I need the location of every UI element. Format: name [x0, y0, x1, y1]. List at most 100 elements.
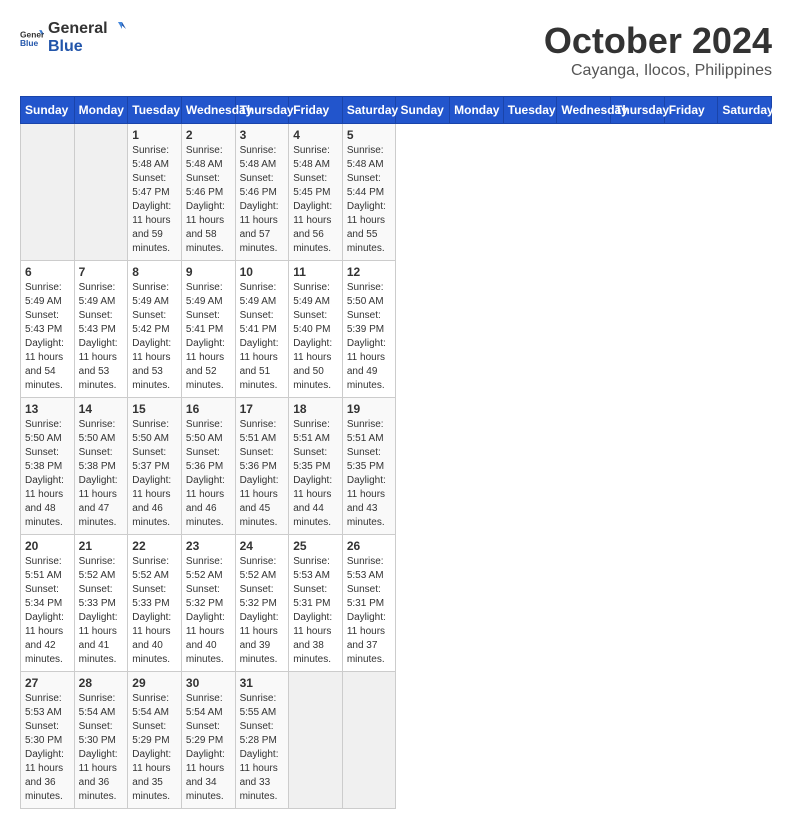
calendar-cell: 15 Sunrise: 5:50 AM Sunset: 5:37 PM Dayl…: [128, 398, 182, 535]
sunset-label: Sunset: 5:38 PM: [79, 447, 116, 472]
day-number: 21: [79, 539, 124, 553]
daylight-minutes: and 53 minutes.: [79, 366, 117, 391]
daylight-minutes: and 44 minutes.: [293, 503, 331, 528]
calendar-cell: 25 Sunrise: 5:53 AM Sunset: 5:31 PM Dayl…: [289, 535, 343, 672]
day-info: Sunrise: 5:52 AM Sunset: 5:33 PM Dayligh…: [79, 555, 124, 667]
day-info: Sunrise: 5:54 AM Sunset: 5:30 PM Dayligh…: [79, 692, 124, 804]
calendar-week-5: 27 Sunrise: 5:53 AM Sunset: 5:30 PM Dayl…: [21, 672, 772, 809]
sunset-label: Sunset: 5:43 PM: [79, 310, 116, 335]
daylight-label: Daylight: 11 hours: [240, 475, 279, 500]
daylight-label: Daylight: 11 hours: [25, 475, 64, 500]
daylight-label: Daylight: 11 hours: [240, 749, 279, 774]
sunset-label: Sunset: 5:43 PM: [25, 310, 62, 335]
day-number: 28: [79, 676, 124, 690]
day-number: 14: [79, 402, 124, 416]
calendar-week-1: 1 Sunrise: 5:48 AM Sunset: 5:47 PM Dayli…: [21, 124, 772, 261]
sunset-label: Sunset: 5:45 PM: [293, 173, 330, 198]
daylight-label: Daylight: 11 hours: [79, 749, 118, 774]
daylight-minutes: and 49 minutes.: [347, 366, 385, 391]
day-number: 12: [347, 265, 392, 279]
daylight-minutes: and 57 minutes.: [240, 229, 278, 254]
daylight-minutes: and 38 minutes.: [293, 640, 331, 665]
day-info: Sunrise: 5:49 AM Sunset: 5:43 PM Dayligh…: [79, 281, 124, 393]
sunrise-label: Sunrise: 5:48 AM: [240, 145, 277, 170]
day-info: Sunrise: 5:54 AM Sunset: 5:29 PM Dayligh…: [132, 692, 177, 804]
day-info: Sunrise: 5:49 AM Sunset: 5:43 PM Dayligh…: [25, 281, 70, 393]
daylight-minutes: and 34 minutes.: [186, 777, 224, 802]
day-number: 3: [240, 128, 285, 142]
sunset-label: Sunset: 5:29 PM: [132, 721, 169, 746]
col-header-tuesday: Tuesday: [503, 97, 557, 124]
calendar-cell: 21 Sunrise: 5:52 AM Sunset: 5:33 PM Dayl…: [74, 535, 128, 672]
calendar-cell: 27 Sunrise: 5:53 AM Sunset: 5:30 PM Dayl…: [21, 672, 75, 809]
sunset-label: Sunset: 5:35 PM: [347, 447, 384, 472]
logo-arrow-icon: [110, 20, 128, 38]
day-number: 15: [132, 402, 177, 416]
daylight-minutes: and 41 minutes.: [79, 640, 117, 665]
day-header-thursday: Thursday: [235, 97, 289, 124]
sunset-label: Sunset: 5:28 PM: [240, 721, 277, 746]
logo-general-text: General: [48, 20, 108, 38]
day-info: Sunrise: 5:55 AM Sunset: 5:28 PM Dayligh…: [240, 692, 285, 804]
daylight-label: Daylight: 11 hours: [79, 338, 118, 363]
sunrise-label: Sunrise: 5:54 AM: [132, 693, 169, 718]
day-info: Sunrise: 5:50 AM Sunset: 5:39 PM Dayligh…: [347, 281, 392, 393]
calendar-cell: 19 Sunrise: 5:51 AM Sunset: 5:35 PM Dayl…: [342, 398, 396, 535]
logo-blue-text: Blue: [48, 38, 128, 56]
col-header-friday: Friday: [664, 97, 718, 124]
daylight-minutes: and 53 minutes.: [132, 366, 170, 391]
day-number: 8: [132, 265, 177, 279]
daylight-label: Daylight: 11 hours: [347, 201, 386, 226]
calendar-cell: 22 Sunrise: 5:52 AM Sunset: 5:33 PM Dayl…: [128, 535, 182, 672]
day-number: 23: [186, 539, 231, 553]
day-number: 27: [25, 676, 70, 690]
daylight-minutes: and 52 minutes.: [186, 366, 224, 391]
sunrise-label: Sunrise: 5:49 AM: [25, 282, 62, 307]
daylight-minutes: and 39 minutes.: [240, 640, 278, 665]
sunset-label: Sunset: 5:36 PM: [186, 447, 223, 472]
daylight-minutes: and 46 minutes.: [186, 503, 224, 528]
calendar-table: SundayMondayTuesdayWednesdayThursdayFrid…: [20, 96, 772, 809]
day-number: 7: [79, 265, 124, 279]
month-year-title: October 2024: [544, 20, 772, 62]
day-info: Sunrise: 5:50 AM Sunset: 5:38 PM Dayligh…: [25, 418, 70, 530]
sunset-label: Sunset: 5:33 PM: [132, 584, 169, 609]
title-block: October 2024 Cayanga, Ilocos, Philippine…: [544, 20, 772, 80]
day-info: Sunrise: 5:48 AM Sunset: 5:47 PM Dayligh…: [132, 144, 177, 256]
day-header-wednesday: Wednesday: [181, 97, 235, 124]
calendar-cell: 3 Sunrise: 5:48 AM Sunset: 5:46 PM Dayli…: [235, 124, 289, 261]
day-info: Sunrise: 5:52 AM Sunset: 5:32 PM Dayligh…: [186, 555, 231, 667]
sunrise-label: Sunrise: 5:48 AM: [186, 145, 223, 170]
calendar-cell: 9 Sunrise: 5:49 AM Sunset: 5:41 PM Dayli…: [181, 261, 235, 398]
sunset-label: Sunset: 5:35 PM: [293, 447, 330, 472]
calendar-cell: [74, 124, 128, 261]
day-number: 31: [240, 676, 285, 690]
day-number: 24: [240, 539, 285, 553]
day-number: 29: [132, 676, 177, 690]
daylight-minutes: and 54 minutes.: [25, 366, 63, 391]
daylight-minutes: and 55 minutes.: [347, 229, 385, 254]
daylight-label: Daylight: 11 hours: [186, 201, 225, 226]
day-info: Sunrise: 5:52 AM Sunset: 5:32 PM Dayligh…: [240, 555, 285, 667]
daylight-minutes: and 46 minutes.: [132, 503, 170, 528]
daylight-label: Daylight: 11 hours: [186, 612, 225, 637]
daylight-minutes: and 40 minutes.: [186, 640, 224, 665]
general-blue-icon: General Blue: [20, 26, 44, 50]
daylight-minutes: and 33 minutes.: [240, 777, 278, 802]
sunset-label: Sunset: 5:41 PM: [240, 310, 277, 335]
day-number: 17: [240, 402, 285, 416]
daylight-label: Daylight: 11 hours: [132, 749, 171, 774]
day-number: 9: [186, 265, 231, 279]
calendar-cell: 8 Sunrise: 5:49 AM Sunset: 5:42 PM Dayli…: [128, 261, 182, 398]
sunrise-label: Sunrise: 5:53 AM: [25, 693, 62, 718]
day-info: Sunrise: 5:50 AM Sunset: 5:36 PM Dayligh…: [186, 418, 231, 530]
day-number: 4: [293, 128, 338, 142]
daylight-minutes: and 51 minutes.: [240, 366, 278, 391]
day-header-friday: Friday: [289, 97, 343, 124]
sunrise-label: Sunrise: 5:53 AM: [293, 556, 330, 581]
day-info: Sunrise: 5:48 AM Sunset: 5:46 PM Dayligh…: [186, 144, 231, 256]
daylight-label: Daylight: 11 hours: [79, 475, 118, 500]
daylight-minutes: and 37 minutes.: [347, 640, 385, 665]
sunset-label: Sunset: 5:41 PM: [186, 310, 223, 335]
col-header-monday: Monday: [450, 97, 504, 124]
